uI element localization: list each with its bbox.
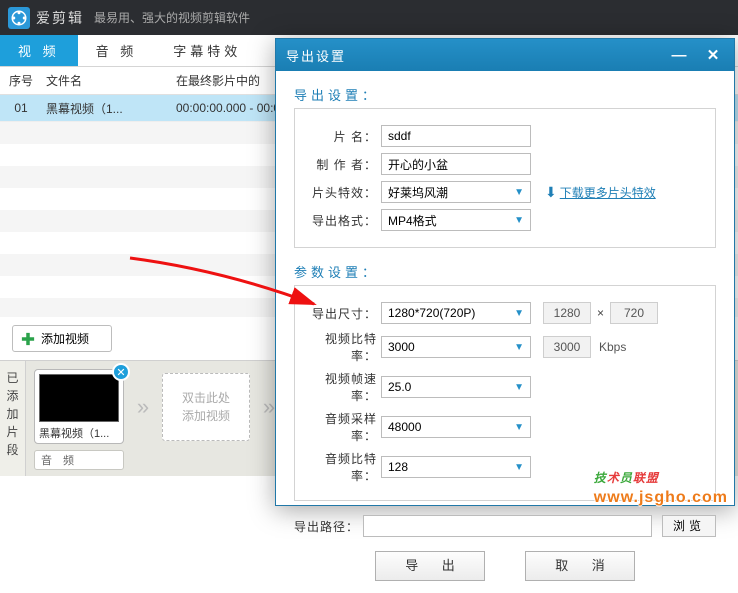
framerate-select[interactable]: 25.0 ▼ (381, 376, 531, 398)
th-index: 序号 (0, 72, 42, 89)
export-size-select[interactable]: 1280*720(720P) ▼ (381, 302, 531, 324)
clip-thumbnail (39, 374, 119, 422)
add-video-button[interactable]: 添加视频 (12, 325, 112, 352)
app-header: 爱剪辑 最易用、强大的视频剪辑软件 (0, 0, 738, 35)
author-input[interactable] (381, 153, 531, 175)
caret-down-icon: ▼ (514, 342, 524, 353)
width-readonly: 1280 (543, 302, 591, 324)
format-select[interactable]: MP4格式 ▼ (381, 209, 531, 231)
video-bitrate-select[interactable]: 3000 ▼ (381, 336, 531, 358)
dialog-titlebar: 导出设置 — ✕ (276, 39, 734, 71)
download-icon: ⬇ (545, 184, 557, 201)
cell-time: 00:00:00.000 - 00:0 (172, 101, 282, 115)
minimize-button[interactable]: — (668, 46, 690, 64)
th-name: 文件名 (42, 72, 172, 89)
caret-down-icon: ▼ (514, 382, 524, 393)
label-author: 制 作 者： (309, 156, 381, 173)
app-subtitle: 最易用、强大的视频剪辑软件 (94, 9, 250, 26)
caret-down-icon: ▼ (514, 308, 524, 319)
app-logo-icon (8, 7, 30, 29)
audio-bitrate-select[interactable]: 128 ▼ (381, 456, 531, 478)
label-format: 导出格式： (309, 212, 381, 229)
export-button[interactable]: 导 出 (375, 551, 485, 581)
tab-video[interactable]: 视 频 (0, 35, 78, 66)
label-export-size: 导出尺寸： (309, 305, 381, 322)
label-video-bitrate: 视频比特率： (309, 330, 381, 364)
audio-sample-select[interactable]: 48000 ▼ (381, 416, 531, 438)
caret-down-icon: ▼ (514, 422, 524, 433)
section-param-settings: 参数设置： (294, 262, 716, 281)
clip-label: 黑幕视频（1... (39, 425, 119, 441)
more-title-fx-link[interactable]: 下载更多片头特效 (560, 184, 656, 201)
cancel-button[interactable]: 取 消 (525, 551, 635, 581)
chevron-right-icon: » (130, 385, 156, 429)
unit-kbps: Kbps (599, 340, 626, 354)
export-settings-group: 片 名： 制 作 者： 片头特效： 好莱坞风潮 ▼ ⬇ 下载更多片头特效 导出格… (294, 108, 716, 248)
dialog-title: 导出设置 (286, 46, 346, 65)
cell-name: 黑幕视频（1... (42, 100, 172, 117)
add-video-label: 添加视频 (41, 330, 89, 347)
caret-down-icon: ▼ (514, 462, 524, 473)
caret-down-icon: ▼ (514, 187, 524, 198)
label-export-path: 导出路径： (294, 518, 363, 535)
label-framerate: 视频帧速率： (309, 370, 381, 404)
plus-icon (21, 332, 35, 346)
app-title: 爱剪辑 (36, 8, 84, 28)
export-path-input[interactable] (363, 515, 652, 537)
close-button[interactable]: ✕ (702, 46, 724, 64)
label-audio-bitrate: 音频比特率： (309, 450, 381, 484)
tab-audio[interactable]: 音 频 (78, 35, 156, 66)
caret-down-icon: ▼ (514, 215, 524, 226)
browse-button[interactable]: 浏览 (662, 515, 716, 537)
title-fx-select[interactable]: 好莱坞风潮 ▼ (381, 181, 531, 203)
cell-index: 01 (0, 101, 42, 115)
param-settings-group: 导出尺寸： 1280*720(720P) ▼ 1280 × 720 视频比特率：… (294, 285, 716, 501)
video-bitrate-readonly: 3000 (543, 336, 591, 358)
audio-strip-label[interactable]: 音 频 (34, 450, 124, 470)
export-dialog: 导出设置 — ✕ 导出设置： 片 名： 制 作 者： 片头特效： 好莱坞风潮 ▼ (275, 38, 735, 506)
clip-item[interactable]: ✕ 黑幕视频（1... (34, 369, 124, 444)
dim-multiply: × (597, 306, 604, 320)
label-audio-sample: 音频采样率： (309, 410, 381, 444)
height-readonly: 720 (610, 302, 658, 324)
section-export-settings: 导出设置： (294, 85, 716, 104)
side-tab-added-clips[interactable]: 已添加片段 (0, 361, 26, 476)
clip-remove-button[interactable]: ✕ (112, 363, 130, 381)
add-clip-placeholder[interactable]: 双击此处 添加视频 (162, 373, 250, 441)
tab-subtitle-fx[interactable]: 字幕特效 (155, 35, 259, 66)
th-time: 在最终影片中的 (172, 72, 282, 89)
label-title-fx: 片头特效： (309, 184, 381, 201)
label-clip-name: 片 名： (309, 128, 381, 145)
clip-name-input[interactable] (381, 125, 531, 147)
